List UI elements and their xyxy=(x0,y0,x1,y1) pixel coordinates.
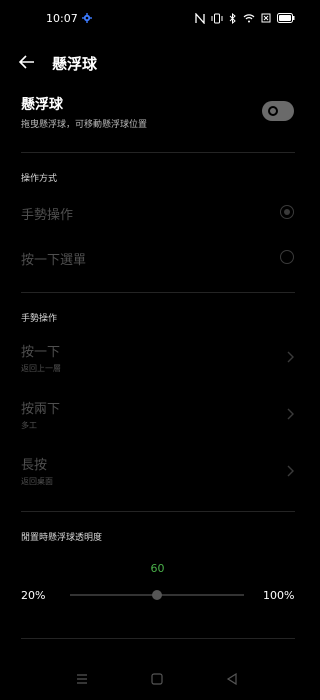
toggle-knob xyxy=(268,106,278,116)
wifi-icon xyxy=(243,14,255,23)
menu-icon[interactable] xyxy=(75,672,89,686)
battery-icon xyxy=(277,13,295,23)
opacity-max-label: 100% xyxy=(263,589,295,602)
divider xyxy=(21,292,295,293)
bluetooth-icon xyxy=(229,12,236,24)
divider xyxy=(21,152,295,153)
opacity-slider-thumb[interactable] xyxy=(152,590,162,600)
gesture-row-subtitle: 返回上一層 xyxy=(21,364,61,373)
floating-ball-toggle[interactable] xyxy=(262,101,294,121)
status-icons xyxy=(195,12,295,24)
nfc-icon xyxy=(195,12,205,24)
page-title: 懸浮球 xyxy=(52,55,98,73)
chevron-right-icon xyxy=(287,465,294,477)
floating-ball-subtitle: 拖曳懸浮球，可移動懸浮球位置 xyxy=(21,120,148,130)
back-arrow-icon[interactable] xyxy=(18,54,36,70)
vibrate-icon xyxy=(211,13,223,23)
back-icon[interactable] xyxy=(225,672,239,686)
gesture-row-subtitle: 返回桌面 xyxy=(21,477,53,486)
gesture-row-title[interactable]: 按兩下 xyxy=(21,398,60,417)
option-gesture[interactable]: 手勢操作 xyxy=(21,204,73,223)
chevron-right-icon xyxy=(287,408,294,420)
opacity-label: 閒置時懸浮球透明度 xyxy=(21,533,103,543)
radio-gesture[interactable] xyxy=(280,205,294,219)
gesture-row-title[interactable]: 長按 xyxy=(21,454,47,473)
chevron-right-icon xyxy=(287,351,294,363)
divider xyxy=(21,638,295,639)
section-operation-mode: 操作方式 xyxy=(21,174,58,184)
radio-single-tap-menu[interactable] xyxy=(280,250,294,264)
status-time: 10:07 xyxy=(46,12,78,25)
settings-gear-icon xyxy=(82,13,92,23)
gesture-row-subtitle: 多工 xyxy=(21,421,37,430)
gesture-row-title[interactable]: 按一下 xyxy=(21,341,60,360)
divider xyxy=(21,511,295,512)
option-single-tap-menu[interactable]: 按一下選單 xyxy=(21,249,86,268)
opacity-min-label: 20% xyxy=(21,589,46,602)
floating-ball-title: 懸浮球 xyxy=(21,97,63,113)
opacity-value: 60 xyxy=(150,562,165,575)
home-icon[interactable] xyxy=(150,672,164,686)
sim-icon xyxy=(261,13,271,23)
section-gesture: 手勢操作 xyxy=(21,314,58,324)
